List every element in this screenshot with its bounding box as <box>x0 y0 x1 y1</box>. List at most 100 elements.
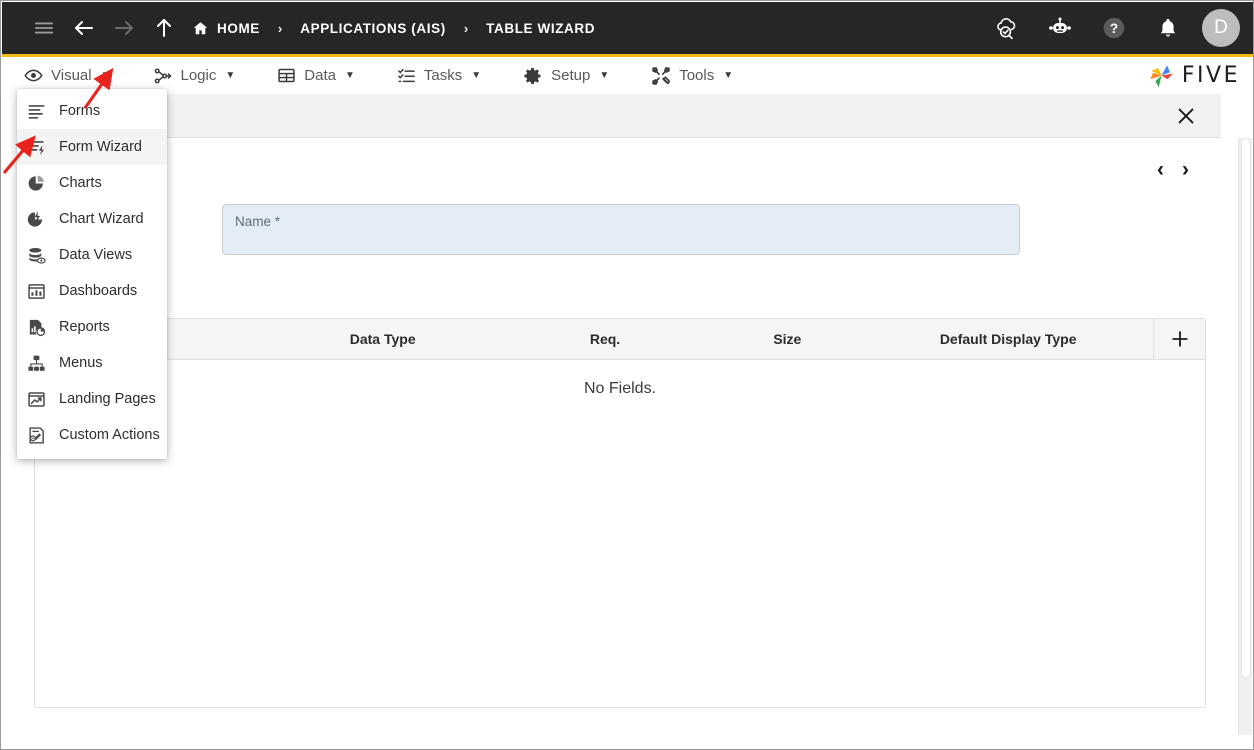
brand-logo: FIVE <box>1147 62 1240 90</box>
gear-icon <box>523 66 543 86</box>
menu-label-setup: Setup <box>551 67 590 84</box>
cloud-check-icon[interactable] <box>986 8 1026 48</box>
breadcrumb-separator-1: › <box>278 21 282 36</box>
breadcrumb-label-table-wizard: TABLE WIZARD <box>486 21 595 36</box>
menu-label-tools: Tools <box>679 67 714 84</box>
menu-option-label-menus: Menus <box>59 355 103 371</box>
topbar-right-group: ? D <box>986 8 1240 48</box>
scrollbar-thumb[interactable] <box>1241 138 1251 678</box>
menu-option-reports[interactable]: Reports <box>17 309 167 345</box>
menu-option-label-chart-wizard: Chart Wizard <box>59 211 144 227</box>
pager-next-button[interactable]: › <box>1182 159 1189 180</box>
chevron-down-icon-data: ▼ <box>345 70 355 81</box>
menu-item-tasks[interactable]: Tasks ▼ <box>397 66 481 85</box>
breadcrumb-label-home: HOME <box>217 21 260 36</box>
app-window: HOME › APPLICATIONS (AIS) › TABLE WIZARD <box>0 0 1254 750</box>
menu-option-label-landing-pages: Landing Pages <box>59 391 156 407</box>
pager-prev-button[interactable]: ‹ <box>1157 159 1164 180</box>
five-pinwheel-icon <box>1147 62 1177 90</box>
close-icon[interactable] <box>1175 105 1197 127</box>
tasks-icon <box>397 66 416 85</box>
menu-option-landing-pages[interactable]: Landing Pages <box>17 381 167 417</box>
menus-icon <box>27 354 46 373</box>
menu-icon[interactable] <box>24 8 64 48</box>
brand-text: FIVE <box>1182 63 1240 88</box>
chevron-down-icon-tasks: ▼ <box>471 70 481 81</box>
menu-option-chart-wizard[interactable]: Chart Wizard <box>17 201 167 237</box>
menu-option-label-reports: Reports <box>59 319 110 335</box>
add-field-button[interactable] <box>1153 319 1205 360</box>
visual-dropdown-menu: Forms Form Wizard Charts <box>17 89 167 459</box>
breadcrumb-item-table-wizard[interactable]: TABLE WIZARD <box>486 21 595 36</box>
menu-item-visual[interactable]: Visual ▼ <box>24 66 111 85</box>
wizard-header-strip <box>19 94 1221 138</box>
menu-option-form-wizard[interactable]: Form Wizard <box>17 129 167 165</box>
dashboards-icon <box>27 282 46 301</box>
bell-icon[interactable] <box>1148 8 1188 48</box>
breadcrumb-separator-2: › <box>464 21 468 36</box>
main-menu-bar: Visual ▼ Logic ▼ Data ▼ <box>2 57 1254 94</box>
chevron-down-icon-tools: ▼ <box>723 70 733 81</box>
column-header-default-display-type[interactable]: Default Display Type <box>863 331 1153 347</box>
menu-item-tools[interactable]: Tools ▼ <box>651 66 733 86</box>
back-icon[interactable] <box>64 8 104 48</box>
topbar-left-group: HOME › APPLICATIONS (AIS) › TABLE WIZARD <box>24 8 986 48</box>
tools-icon <box>651 66 671 86</box>
help-icon[interactable]: ? <box>1094 8 1134 48</box>
menu-option-dashboards[interactable]: Dashboards <box>17 273 167 309</box>
reports-icon <box>27 318 46 337</box>
custom-actions-icon <box>27 426 46 445</box>
fields-table: Data Type Req. Size Default Display Type… <box>34 318 1206 708</box>
home-icon <box>192 20 209 37</box>
empty-state-message: No Fields. <box>584 380 656 707</box>
name-input[interactable]: Name * <box>222 204 1020 255</box>
robot-icon[interactable] <box>1040 8 1080 48</box>
top-navigation-bar: HOME › APPLICATIONS (AIS) › TABLE WIZARD <box>2 2 1254 54</box>
svg-text:?: ? <box>1110 21 1118 36</box>
menu-option-label-form-wizard: Form Wizard <box>59 139 142 155</box>
form-wizard-icon <box>27 138 46 157</box>
menu-item-logic[interactable]: Logic ▼ <box>153 66 236 86</box>
menu-option-label-data-views: Data Views <box>59 247 132 263</box>
charts-icon <box>27 174 46 193</box>
column-header-size[interactable]: Size <box>711 331 863 347</box>
chevron-down-icon-logic: ▼ <box>225 70 235 81</box>
menu-option-label-custom-actions: Custom Actions <box>59 427 160 443</box>
record-pager: ‹ › <box>1157 159 1189 180</box>
menu-item-setup[interactable]: Setup ▼ <box>523 66 609 86</box>
eye-icon <box>24 66 43 85</box>
chart-wizard-icon <box>27 210 46 229</box>
menu-item-data[interactable]: Data ▼ <box>277 66 355 85</box>
forms-icon <box>27 102 46 121</box>
forward-icon[interactable] <box>104 8 144 48</box>
menu-option-forms[interactable]: Forms <box>17 93 167 129</box>
column-header-data-type[interactable]: Data Type <box>267 331 499 347</box>
chevron-down-icon-visual: ▼ <box>101 70 111 81</box>
menu-option-custom-actions[interactable]: Custom Actions <box>17 417 167 453</box>
landing-pages-icon <box>27 390 46 409</box>
vertical-scrollbar[interactable] <box>1238 138 1252 735</box>
up-icon[interactable] <box>144 8 184 48</box>
menu-option-label-forms: Forms <box>59 103 100 119</box>
menu-option-label-charts: Charts <box>59 175 102 191</box>
menu-option-data-views[interactable]: Data Views <box>17 237 167 273</box>
logic-icon <box>153 66 173 86</box>
wizard-content-panel: ‹ › Name * Data Type Req. Size Default D… <box>19 138 1221 736</box>
breadcrumb-label-applications: APPLICATIONS (AIS) <box>300 21 446 36</box>
menu-label-logic: Logic <box>181 67 217 84</box>
breadcrumb-item-home[interactable]: HOME <box>192 20 260 37</box>
fields-table-body: No Fields. <box>35 360 1205 707</box>
data-views-icon <box>27 246 46 265</box>
fields-table-header: Data Type Req. Size Default Display Type <box>35 319 1205 360</box>
breadcrumb-item-applications[interactable]: APPLICATIONS (AIS) <box>300 21 446 36</box>
menu-label-tasks: Tasks <box>424 67 462 84</box>
breadcrumb: HOME › APPLICATIONS (AIS) › TABLE WIZARD <box>192 20 595 37</box>
menu-option-charts[interactable]: Charts <box>17 165 167 201</box>
menu-label-visual: Visual <box>51 67 92 84</box>
menu-option-menus[interactable]: Menus <box>17 345 167 381</box>
column-header-req[interactable]: Req. <box>499 331 712 347</box>
menu-option-label-dashboards: Dashboards <box>59 283 137 299</box>
avatar[interactable]: D <box>1202 9 1240 47</box>
table-icon <box>277 66 296 85</box>
name-field-wrapper: Name * <box>222 204 1020 255</box>
